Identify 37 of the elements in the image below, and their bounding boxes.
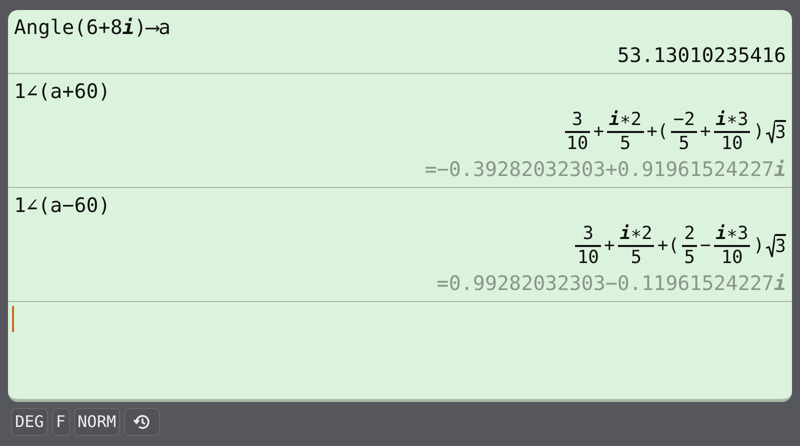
numerator: 3 xyxy=(582,223,595,245)
numerator: i∗3 xyxy=(714,223,750,245)
operator: + xyxy=(593,121,604,143)
input-expression: 1∠(a−60) xyxy=(14,192,110,219)
numerator: i∗2 xyxy=(608,109,643,131)
approximate-result: =0.99282032303−0.11961524227i xyxy=(436,270,786,297)
numerator: −2 xyxy=(672,109,696,131)
operator: − xyxy=(700,235,711,257)
mode-button[interactable]: NORM xyxy=(74,408,120,436)
operator: + xyxy=(700,121,711,143)
operator: +( xyxy=(657,235,680,257)
history-icon xyxy=(133,413,152,431)
denominator: 10 xyxy=(720,247,744,269)
input-expression: Angle(6+8i)⟶a xyxy=(14,14,171,41)
denominator: 5 xyxy=(683,247,696,269)
denominator: 5 xyxy=(618,133,632,155)
denominator: 10 xyxy=(576,247,600,269)
operator: ) xyxy=(753,121,764,143)
input-expression: 1∠(a+60) xyxy=(14,78,110,105)
denominator: 10 xyxy=(566,133,590,155)
mode-button[interactable]: F xyxy=(52,408,70,436)
operator: +( xyxy=(646,121,668,143)
approximate-result: =−0.39282032303+0.91961524227i xyxy=(424,156,786,183)
square-root: 3 xyxy=(766,234,786,258)
numerator: 3 xyxy=(570,109,584,131)
operator: ) xyxy=(753,235,764,257)
denominator: 5 xyxy=(630,247,643,269)
square-root: 3 xyxy=(766,120,786,144)
result-value: 53.13010235416 xyxy=(617,42,786,69)
numerator: i∗3 xyxy=(714,109,750,131)
numerator: 2 xyxy=(683,223,696,245)
numerator: i∗2 xyxy=(618,223,654,245)
denominator: 5 xyxy=(678,133,691,155)
denominator: 10 xyxy=(720,133,744,155)
history-button[interactable] xyxy=(124,408,160,436)
operator: + xyxy=(604,235,615,257)
mode-button[interactable]: DEG xyxy=(11,408,48,436)
